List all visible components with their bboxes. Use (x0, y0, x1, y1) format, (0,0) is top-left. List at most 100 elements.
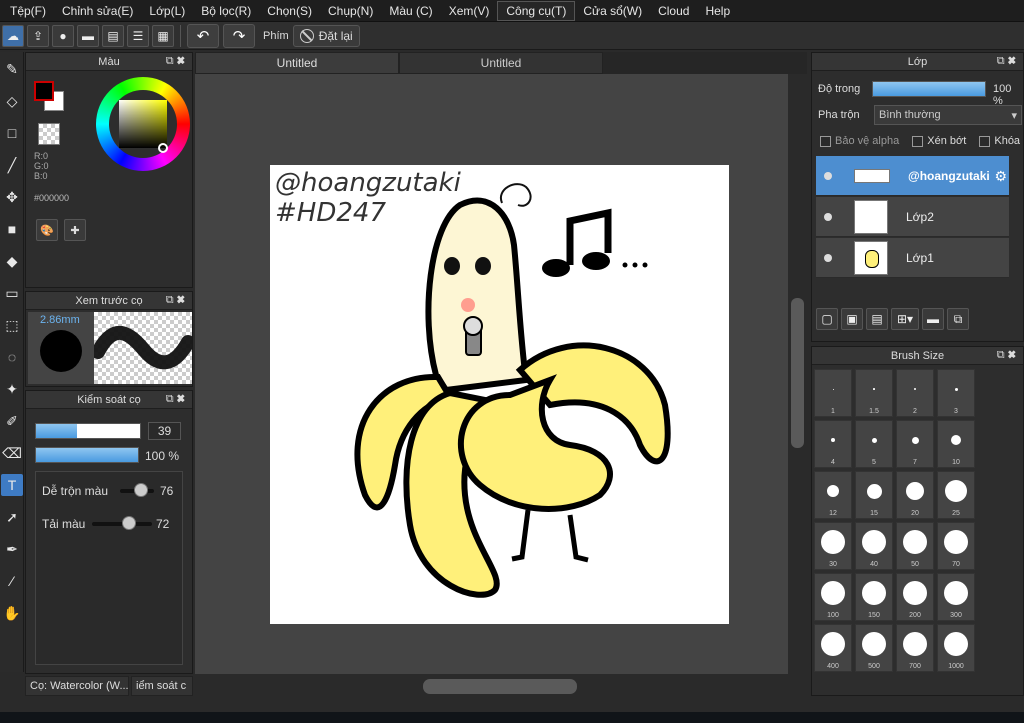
new-1bit-layer-icon[interactable]: ▤ (866, 308, 888, 330)
line-tool-icon[interactable]: ╱ (1, 154, 23, 176)
drawing-canvas[interactable]: @hoangzutaki #HD247 (270, 165, 729, 624)
operation-tool-icon[interactable]: ➚ (1, 506, 23, 528)
brush-size-cell[interactable]: 4 (814, 420, 852, 468)
color-wheel[interactable] (96, 77, 190, 171)
brush-size-cell[interactable]: 15 (855, 471, 893, 519)
clip-checkbox[interactable] (912, 135, 924, 147)
blend-knob[interactable] (134, 483, 148, 497)
brush-size-cell[interactable]: 30 (814, 522, 852, 570)
grid-layout-icon[interactable]: ▦ (152, 24, 174, 47)
brush-size-cell[interactable]: 25 (937, 471, 975, 519)
duplicate-layer-icon[interactable]: ⧉ (947, 308, 969, 330)
brush-size-cell[interactable]: 5 (855, 420, 893, 468)
brush-size-cell[interactable]: 20 (896, 471, 934, 519)
brush-size-cell[interactable]: 12 (814, 471, 852, 519)
menu-cloud[interactable]: Cloud (650, 0, 697, 22)
brush-opacity-slider[interactable] (35, 447, 139, 463)
menu-file[interactable]: Tệp(F) (2, 0, 54, 22)
protect-alpha-checkbox[interactable] (820, 135, 831, 147)
fg-bg-swatch[interactable] (34, 81, 66, 113)
amount-knob[interactable] (122, 516, 136, 530)
move-tool-icon[interactable]: ✥ (1, 186, 23, 208)
foreground-color-swatch[interactable] (34, 81, 54, 101)
list-icon[interactable]: ☰ (127, 24, 149, 47)
canvas-vertical-scrollbar[interactable] (788, 74, 807, 674)
control-tab[interactable]: iểm soát c (131, 676, 193, 696)
brush-size-cell[interactable]: 300 (937, 573, 975, 621)
panel-controls-icon[interactable]: ⧉✖ (997, 349, 1019, 362)
layer-blend-select[interactable]: Bình thường ▾ (874, 105, 1022, 125)
menu-layer[interactable]: Lớp(L) (141, 0, 193, 22)
hue-cursor-icon[interactable] (158, 143, 168, 153)
brush-size-cell[interactable]: 700 (896, 624, 934, 672)
document-tab-2[interactable]: Untitled (399, 52, 603, 74)
eyedropper-tool-icon[interactable]: ⁄ (1, 570, 23, 592)
menu-tools[interactable]: Công cụ(T) (497, 0, 576, 21)
layer-row-layer2[interactable]: Lớp2 (816, 197, 1009, 237)
canvas-horizontal-scrollbar[interactable] (195, 674, 807, 696)
speech-bubble-icon[interactable]: ● (52, 24, 74, 47)
magic-wand-tool-icon[interactable]: ✦ (1, 378, 23, 400)
menu-capture[interactable]: Chụp(N) (320, 0, 381, 22)
dropper-tool-icon[interactable]: ✒ (1, 538, 23, 560)
brush-size-cell[interactable]: 10 (937, 420, 975, 468)
add-layer-dropdown-icon[interactable]: ⊞▾ (891, 308, 919, 330)
folder-icon[interactable]: ▬ (922, 308, 944, 330)
visibility-eye-icon[interactable] (824, 212, 832, 221)
brush-size-cell[interactable]: 100 (814, 573, 852, 621)
brush-size-cell[interactable]: 50 (896, 522, 934, 570)
palette-add-icon[interactable]: ✚ (64, 219, 86, 241)
brush-size-cell[interactable]: 2 (896, 369, 934, 417)
brush-size-cell[interactable]: 40 (855, 522, 893, 570)
panel-controls-icon[interactable]: ⧉✖ (166, 55, 188, 68)
document-tab-1[interactable]: Untitled (195, 52, 399, 74)
panel-controls-icon[interactable]: ⧉✖ (166, 393, 188, 406)
menu-color[interactable]: Màu (C) (381, 0, 440, 22)
lock-checkbox[interactable] (979, 135, 991, 147)
visibility-eye-icon[interactable] (824, 171, 832, 180)
export-icon[interactable]: ⇪ (27, 24, 49, 47)
brush-size-slider[interactable] (35, 423, 141, 439)
new-8bit-layer-icon[interactable]: ▣ (841, 308, 863, 330)
gear-icon[interactable]: ⚙ (994, 168, 1007, 185)
select-eraser-tool-icon[interactable]: ⌫ (1, 442, 23, 464)
menu-select[interactable]: Chọn(S) (259, 0, 320, 22)
transparent-color-swatch[interactable] (38, 123, 60, 145)
menu-view[interactable]: Xem(V) (441, 0, 498, 22)
redo-button[interactable]: ↷ (223, 23, 255, 48)
panel-controls-icon[interactable]: ⧉✖ (166, 294, 188, 307)
brush-size-cell[interactable]: 200 (896, 573, 934, 621)
brush-size-value[interactable]: 39 (148, 422, 181, 440)
lasso-tool-icon[interactable]: ◌ (1, 346, 23, 368)
reset-button[interactable]: Đặt lại (292, 24, 360, 47)
menu-edit[interactable]: Chỉnh sửa(E) (54, 0, 141, 22)
fill-shape-tool-icon[interactable]: ■ (1, 218, 23, 240)
vertical-scroll-thumb[interactable] (791, 298, 804, 448)
rectangle-tool-icon[interactable]: □ (1, 122, 23, 144)
text-tool-icon[interactable]: T (1, 474, 23, 496)
select-pen-tool-icon[interactable]: ✐ (1, 410, 23, 432)
layer-row-text[interactable]: @hoangzutaki ⚙ (816, 156, 1009, 196)
cloud-icon[interactable]: ☁ (2, 24, 24, 47)
layer-opacity-slider[interactable] (872, 81, 986, 97)
hand-tool-icon[interactable]: ✋ (1, 602, 23, 624)
brush-size-cell[interactable]: 400 (814, 624, 852, 672)
palette-icon[interactable]: 🎨 (36, 219, 58, 241)
menu-window[interactable]: Cửa sổ(W) (575, 0, 650, 22)
comment-icon[interactable]: ▬ (77, 24, 99, 47)
canvas-area[interactable]: @hoangzutaki #HD247 (195, 74, 788, 674)
brush-size-cell[interactable]: 150 (855, 573, 893, 621)
visibility-eye-icon[interactable] (824, 253, 832, 262)
eraser-tool-icon[interactable]: ◇ (1, 90, 23, 112)
brush-size-cell[interactable]: 500 (855, 624, 893, 672)
new-layer-icon[interactable]: ▢ (816, 308, 838, 330)
panel-controls-icon[interactable]: ⧉✖ (997, 55, 1019, 68)
layer-row-layer1[interactable]: Lớp1 (816, 238, 1009, 278)
brush-size-cell[interactable]: 3 (937, 369, 975, 417)
document-icon[interactable]: ▤ (102, 24, 124, 47)
menu-help[interactable]: Help (697, 0, 738, 22)
brush-size-cell[interactable]: 7 (896, 420, 934, 468)
undo-button[interactable]: ↶ (187, 23, 219, 48)
brush-tool-icon[interactable]: ✎ (1, 58, 23, 80)
horizontal-scroll-thumb[interactable] (423, 679, 577, 694)
